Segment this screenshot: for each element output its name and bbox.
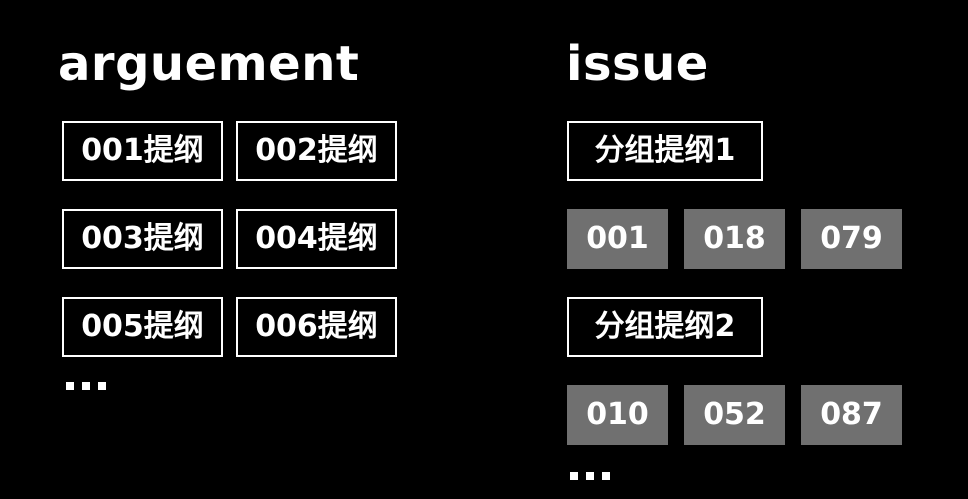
argument-more-ellipsis bbox=[66, 382, 106, 390]
issue-group1-item-018: 018 bbox=[684, 209, 785, 269]
argument-item-006: 006提纲 bbox=[236, 297, 397, 357]
argument-item-003: 003提纲 bbox=[62, 209, 223, 269]
ellipsis-dot bbox=[570, 472, 578, 480]
ellipsis-dot bbox=[82, 382, 90, 390]
issue-group2-item-052: 052 bbox=[684, 385, 785, 445]
issue-more-ellipsis bbox=[570, 472, 610, 480]
ellipsis-dot bbox=[98, 382, 106, 390]
issue-heading: issue bbox=[566, 36, 709, 92]
issue-group1-item-001: 001 bbox=[567, 209, 668, 269]
argument-item-001: 001提纲 bbox=[62, 121, 223, 181]
argument-heading: arguement bbox=[58, 36, 360, 92]
argument-item-002: 002提纲 bbox=[236, 121, 397, 181]
argument-item-004: 004提纲 bbox=[236, 209, 397, 269]
ellipsis-dot bbox=[66, 382, 74, 390]
argument-item-005: 005提纲 bbox=[62, 297, 223, 357]
issue-group-label-1: 分组提纲1 bbox=[567, 121, 763, 181]
ellipsis-dot bbox=[586, 472, 594, 480]
issue-group2-item-087: 087 bbox=[801, 385, 902, 445]
ellipsis-dot bbox=[602, 472, 610, 480]
issue-group-label-2: 分组提纲2 bbox=[567, 297, 763, 357]
issue-group1-item-079: 079 bbox=[801, 209, 902, 269]
issue-group2-item-010: 010 bbox=[567, 385, 668, 445]
